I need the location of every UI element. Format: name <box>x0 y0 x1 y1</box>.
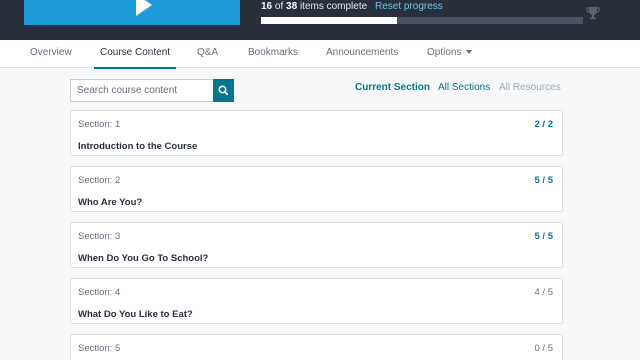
search-input[interactable] <box>70 79 213 102</box>
search-icon <box>218 85 229 96</box>
section-label: Section: 1 <box>78 119 121 130</box>
progress-bar-fill <box>261 17 397 24</box>
completed-count: 16 <box>261 1 273 12</box>
section-label: Section: 5 <box>78 343 121 354</box>
tab-options-label: Options <box>427 47 462 58</box>
section-card-4[interactable]: Section: 4 4 / 5 What Do You Like to Eat… <box>70 278 563 324</box>
section-title: Who Are You? <box>78 197 143 208</box>
section-progress-count: 0 / 5 <box>534 343 554 354</box>
filter-all-sections[interactable]: All Sections <box>438 82 490 93</box>
section-label: Section: 3 <box>78 231 121 242</box>
course-header: 16 of 38 items complete Reset progress <box>0 0 640 40</box>
chevron-down-icon <box>466 50 473 55</box>
filter-current-section[interactable]: Current Section <box>355 82 430 93</box>
filter-all-resources[interactable]: All Resources <box>499 82 561 93</box>
section-card-3[interactable]: Section: 3 5 / 5 When Do You Go To Schoo… <box>70 222 563 268</box>
reset-progress-link[interactable]: Reset progress <box>375 1 443 12</box>
search-button[interactable] <box>213 79 234 102</box>
section-label: Section: 4 <box>78 287 121 298</box>
tab-qa[interactable]: Q&A <box>197 40 218 68</box>
section-title: When Do You Go To School? <box>78 253 209 264</box>
search-bar <box>70 79 234 102</box>
tab-announcements[interactable]: Announcements <box>326 40 398 68</box>
tab-overview[interactable]: Overview <box>30 40 72 68</box>
section-progress-count: 2 / 2 <box>534 119 554 130</box>
tab-options[interactable]: Options <box>427 40 473 68</box>
tab-course-content[interactable]: Course Content <box>93 40 177 69</box>
section-progress-count: 5 / 5 <box>534 231 554 242</box>
section-label: Section: 2 <box>78 175 121 186</box>
progress-bar <box>261 17 583 24</box>
section-card-1[interactable]: Section: 1 2 / 2 Introduction to the Cou… <box>70 110 563 156</box>
section-title: Introduction to the Course <box>78 141 198 152</box>
section-progress-count: 5 / 5 <box>534 175 554 186</box>
section-card-2[interactable]: Section: 2 5 / 5 Who Are You? <box>70 166 563 212</box>
section-card-5[interactable]: Section: 5 0 / 5 <box>70 334 563 360</box>
tab-bookmarks[interactable]: Bookmarks <box>248 40 298 68</box>
video-thumbnail[interactable] <box>24 0 240 25</box>
section-title: What Do You Like to Eat? <box>78 309 193 320</box>
of-word: of <box>274 1 284 12</box>
trophy-icon[interactable] <box>585 5 601 21</box>
progress-summary: 16 of 38 items complete Reset progress <box>261 1 443 12</box>
total-count: 38 <box>286 1 298 12</box>
course-tabs: Overview Course Content Q&A Bookmarks An… <box>0 40 640 69</box>
play-icon[interactable] <box>136 0 152 16</box>
items-complete-text: items complete <box>299 1 368 12</box>
section-progress-count: 4 / 5 <box>534 287 554 298</box>
